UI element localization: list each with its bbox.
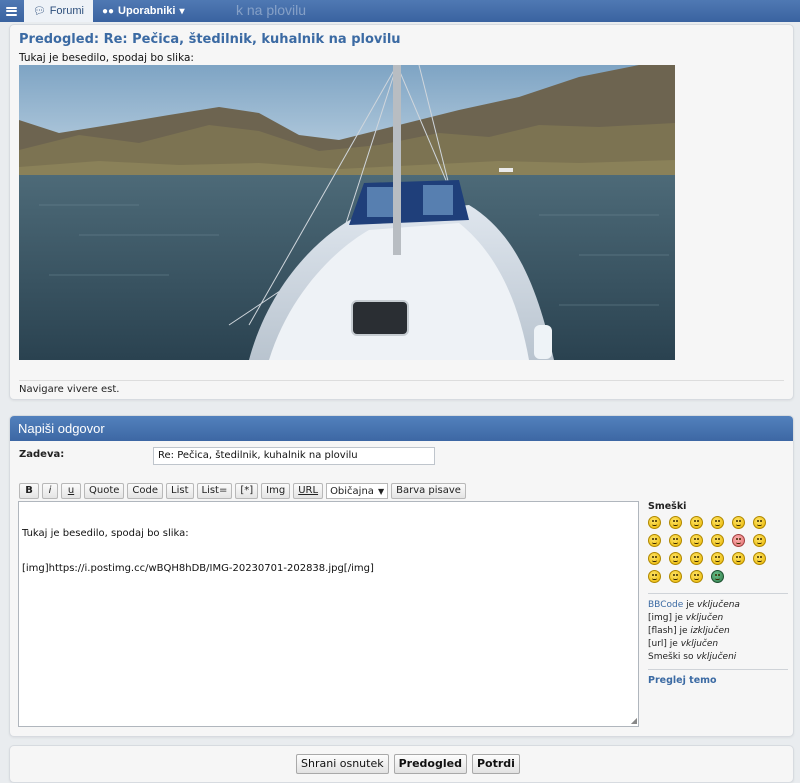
submit-button[interactable]: Potrdi <box>471 754 520 774</box>
subject-input[interactable]: Re: Pečica, štedilnik, kuhalnik na plovi… <box>153 447 435 465</box>
sailboat-photo <box>19 65 675 360</box>
font-size-value: Običajna <box>330 485 374 497</box>
italic-button[interactable]: i <box>42 483 58 499</box>
smiley-sad-icon[interactable] <box>690 516 703 529</box>
list-button[interactable]: List <box>166 483 194 499</box>
smiley-exclaim-icon[interactable] <box>732 552 745 565</box>
smiley-smile-icon[interactable] <box>669 516 682 529</box>
action-buttons: Shrani osnutek Predogled Potrdi <box>296 754 520 774</box>
quote-button[interactable]: Quote <box>84 483 125 499</box>
speech-bubble-icon: 💬︎ <box>33 5 46 17</box>
smilies-status-text: Smeški so <box>648 652 697 662</box>
font-color-button[interactable]: Barva pisave <box>391 483 466 499</box>
smiley-geek-icon[interactable] <box>690 570 703 583</box>
preview-title: Predogled: Re: Pečica, štedilnik, kuhaln… <box>19 32 401 47</box>
chevron-down-icon: ▼ <box>377 486 385 496</box>
preview-panel: Predogled: Re: Pečica, štedilnik, kuhaln… <box>9 24 794 400</box>
smiley-cool-icon[interactable] <box>648 534 661 547</box>
subject-label: Zadeva: <box>19 449 65 460</box>
page-title-ghost: k na plovilu <box>236 2 307 18</box>
nav-tab-forums[interactable]: 💬︎ Forumi <box>24 0 93 22</box>
img-status: [img] je vključen <box>648 612 788 625</box>
flash-status-text: [flash] je <box>648 626 691 636</box>
smiley-question-icon[interactable] <box>753 552 766 565</box>
smiley-laugh-icon[interactable] <box>648 516 661 529</box>
font-size-select[interactable]: Običajna ▼ <box>326 483 389 499</box>
message-textarea[interactable]: Tukaj je besedilo, spodaj bo slika: [img… <box>18 501 639 727</box>
smiley-shocked-icon[interactable] <box>732 516 745 529</box>
nav-tab-users[interactable]: ●● Uporabniki ▾ <box>93 0 194 22</box>
smilies-title: Smeški <box>648 501 687 512</box>
smiley-twisted-icon[interactable] <box>669 552 682 565</box>
smiley-embarrassed-icon[interactable] <box>732 534 745 547</box>
preview-photo <box>19 65 675 360</box>
smilies-divider <box>648 593 788 594</box>
hamburger-icon <box>5 6 17 16</box>
smiley-green-icon[interactable] <box>711 570 724 583</box>
reply-header: Napiši odgovor <box>10 416 793 441</box>
smiley-mad-icon[interactable] <box>690 534 703 547</box>
preview-button[interactable]: Predogled <box>393 754 467 774</box>
code-button[interactable]: Code <box>127 483 164 499</box>
img-button[interactable]: Img <box>261 483 291 499</box>
bbcode-state: vključena <box>697 600 740 610</box>
menu-button[interactable] <box>0 0 22 22</box>
reply-panel: Napiši odgovor Zadeva: Re: Pečica, štedi… <box>9 415 794 737</box>
smilies-state: vključeni <box>696 652 737 662</box>
editor-line: [img]https://i.postimg.cc/wBQH8hDB/IMG-2… <box>22 563 374 574</box>
smiley-confused-icon[interactable] <box>753 516 766 529</box>
smiley-wink-icon[interactable] <box>711 552 724 565</box>
smiley-neutral-icon[interactable] <box>753 534 766 547</box>
smilies-grid <box>648 516 788 583</box>
chevron-down-icon: ▾ <box>179 5 185 17</box>
signature-divider <box>19 380 784 381</box>
editor-line: Tukaj je besedilo, spodaj bo slika: <box>22 528 189 539</box>
bold-button[interactable]: B <box>19 483 39 499</box>
list-item-button[interactable]: [*] <box>235 483 259 499</box>
save-draft-button[interactable]: Shrani osnutek <box>296 754 389 774</box>
url-status-text: [url] je <box>648 639 681 649</box>
smiley-lol-icon[interactable] <box>669 534 682 547</box>
signature-text: Navigare vivere est. <box>19 384 120 395</box>
nav-tab-forums-label: Forumi <box>49 5 84 17</box>
bbcode-link[interactable]: BBCode <box>648 600 683 610</box>
resize-grip-icon[interactable]: ◢ <box>631 716 637 725</box>
preview-text: Tukaj je besedilo, spodaj bo slika: <box>19 52 194 64</box>
top-navbar: 💬︎ Forumi ●● Uporabniki ▾ k na plovilu <box>0 0 800 22</box>
underline-button[interactable]: u <box>61 483 81 499</box>
flash-state: izključen <box>690 626 730 636</box>
bbcode-status: BBCode je vključena <box>648 599 788 612</box>
review-topic-link[interactable]: Preglej temo <box>648 675 788 686</box>
smilies-status: Smeški so vključeni <box>648 651 788 664</box>
smiley-arrow-icon[interactable] <box>669 570 682 583</box>
smiley-rolleyes-icon[interactable] <box>690 552 703 565</box>
smiley-evil-icon[interactable] <box>648 552 661 565</box>
url-status: [url] je vključen <box>648 638 788 651</box>
url-state: vključen <box>680 639 719 649</box>
bbcode-toolbar: B i u Quote Code List List= [*] Img URL … <box>19 483 466 499</box>
url-button[interactable]: URL <box>293 483 324 499</box>
smiley-tongue-icon[interactable] <box>711 534 724 547</box>
ordered-list-button[interactable]: List= <box>196 483 233 499</box>
smiley-surprised-icon[interactable] <box>711 516 724 529</box>
review-divider <box>648 669 788 670</box>
action-bar: Shrani osnutek Predogled Potrdi <box>9 745 794 783</box>
flash-status: [flash] je izključen <box>648 625 788 638</box>
smiley-idea-icon[interactable] <box>648 570 661 583</box>
smilies-panel: Smeški BBCode je vključena [img] je vklj… <box>648 501 788 686</box>
bbcode-status-text: je <box>683 600 697 610</box>
nav-tab-users-label: Uporabniki <box>118 5 176 17</box>
img-state: vključen <box>685 613 724 623</box>
users-icon: ●● <box>101 5 115 17</box>
img-status-text: [img] je <box>648 613 686 623</box>
